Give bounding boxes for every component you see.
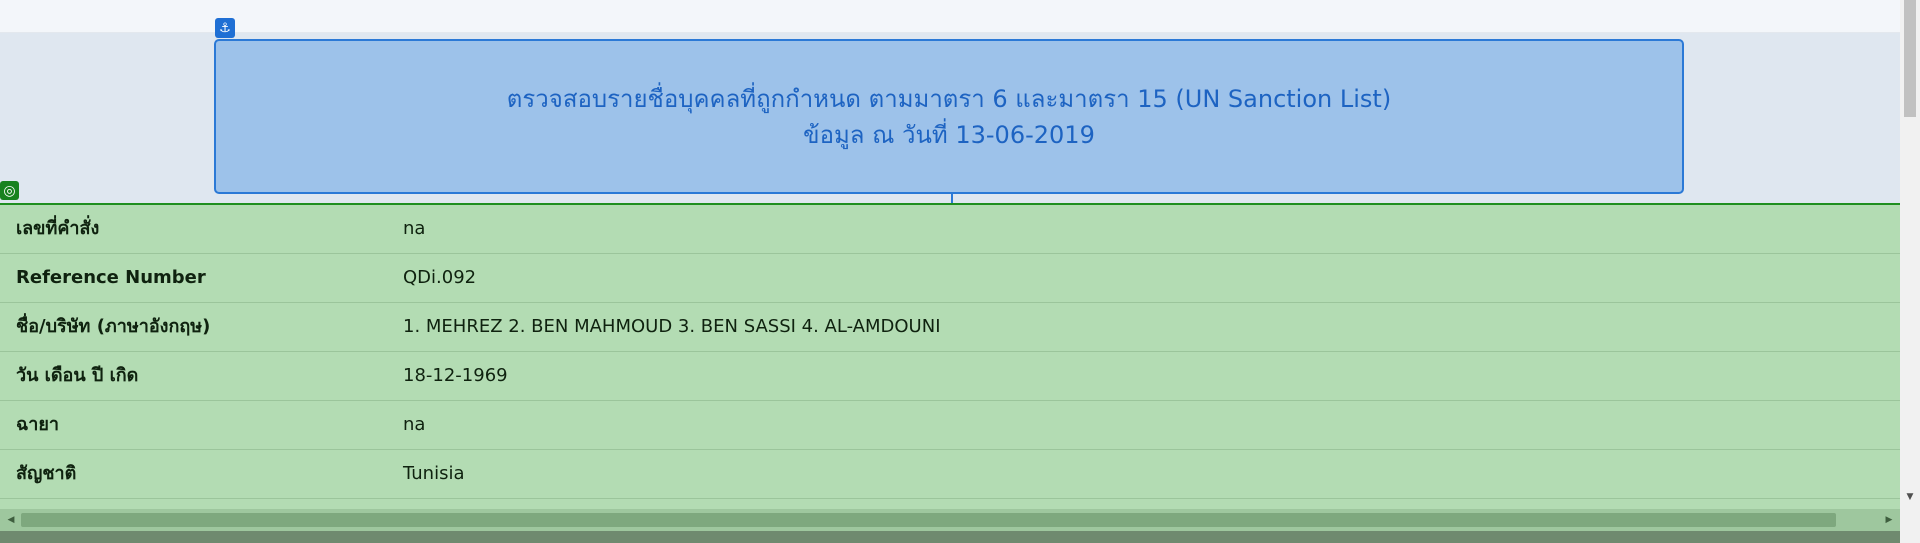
vertical-scroll-thumb[interactable]	[1904, 0, 1916, 117]
table-row-order-number: เลขที่คำสั่ง na	[0, 205, 1900, 254]
row-value: QDi.092	[403, 267, 477, 288]
row-label: วัน เดือน ปี เกิด	[16, 365, 139, 386]
details-table: เลขที่คำสั่ง na Reference Number QDi.092…	[0, 203, 1920, 543]
row-label: ชื่อ/บริษัท (ภาษาอังกฤษ)	[16, 316, 211, 337]
scroll-right-icon[interactable]: ▶	[1881, 509, 1897, 531]
table-row-reference-number: Reference Number QDi.092	[0, 254, 1900, 303]
row-value: Tunisia	[403, 463, 465, 484]
row-label: เลขที่คำสั่ง	[16, 218, 100, 239]
table-row-nationality: สัญชาติ Tunisia	[0, 450, 1900, 499]
table-row-birth-date: วัน เดือน ปี เกิด 18-12-1969	[0, 352, 1900, 401]
scroll-down-icon[interactable]: ▼	[1904, 490, 1916, 504]
top-page-strip	[0, 0, 1900, 33]
target-icon[interactable]: ◎	[0, 181, 19, 200]
page-title: ตรวจสอบรายชื่อบุคคลที่ถูกกำหนด ตามมาตรา …	[506, 84, 1392, 113]
row-label: Reference Number	[16, 267, 206, 288]
row-value: na	[403, 414, 426, 435]
row-label: สัญชาติ	[16, 463, 77, 484]
vertical-scrollbar[interactable]: ▼	[1900, 0, 1920, 543]
connector-line	[951, 194, 953, 203]
table-row-alias: ฉายา na	[0, 401, 1900, 450]
row-value: 18-12-1969	[403, 365, 508, 386]
horizontal-scrollbar[interactable]: ◀ ▶	[0, 509, 1900, 531]
table-row-name: ชื่อ/บริษัท (ภาษาอังกฤษ) 1. MEHREZ 2. BE…	[0, 303, 1900, 352]
row-label: ฉายา	[16, 414, 60, 435]
bottom-strip	[0, 531, 1900, 543]
page-header-box: ตรวจสอบรายชื่อบุคคลที่ถูกกำหนด ตามมาตรา …	[214, 39, 1684, 194]
row-value: na	[403, 218, 426, 239]
scroll-left-icon[interactable]: ◀	[3, 509, 19, 531]
row-value: 1. MEHREZ 2. BEN MAHMOUD 3. BEN SASSI 4.…	[403, 316, 941, 337]
horizontal-scroll-thumb[interactable]	[21, 513, 1836, 527]
data-date-subtitle: ข้อมูล ณ วันที่ 13-06-2019	[803, 120, 1095, 149]
anchor-icon[interactable]: ⚓	[215, 18, 235, 38]
